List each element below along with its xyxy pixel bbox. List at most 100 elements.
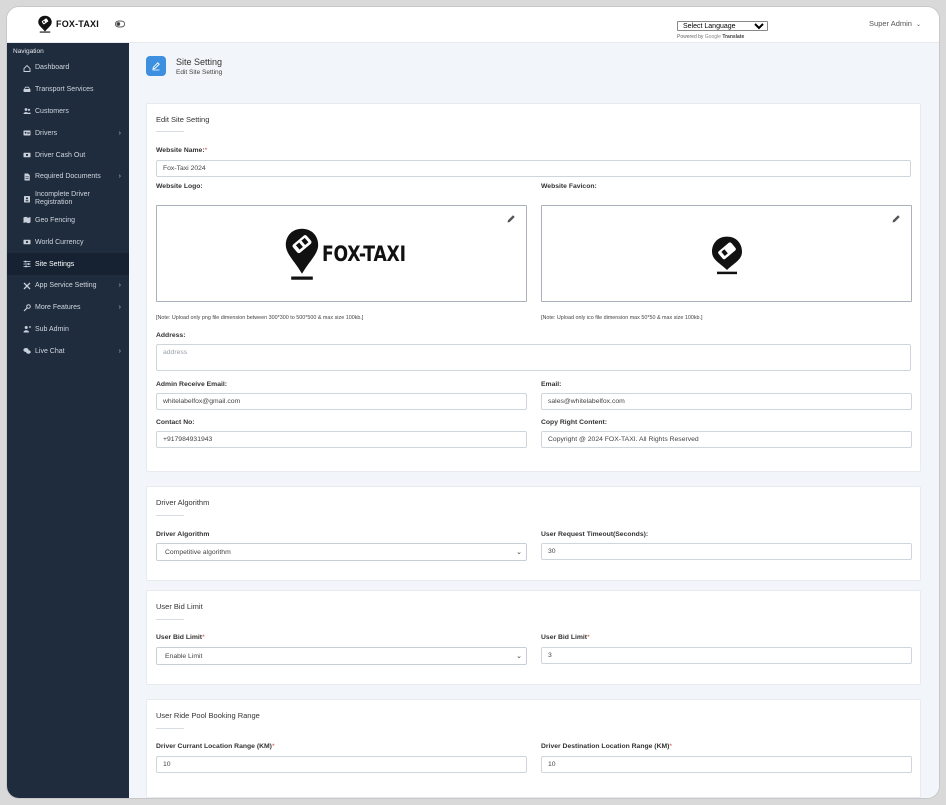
home-icon	[22, 64, 32, 72]
sidebar-item-driver-cash-out[interactable]: Driver Cash Out	[7, 144, 129, 166]
ride-pool-card: User Ride Pool Booking Range Driver Curr…	[146, 699, 921, 798]
language-widget: Select Language Powered by Google Transl…	[677, 15, 768, 40]
user-bid-limit-card: User Bid Limit User Bid Limit* User Bid …	[146, 590, 921, 685]
page-title: Site Setting	[176, 56, 223, 67]
copyright-label: Copy Right Content:	[541, 419, 608, 426]
chevron-down-icon: ⌄	[516, 653, 522, 660]
driver-algorithm-select[interactable]: Competitive algorithm ⌄	[156, 543, 527, 561]
copyright-input[interactable]: Copyright @ 2024 FOX-TAXI. All Rights Re…	[541, 431, 912, 448]
chevron-right-icon: ›	[118, 129, 121, 137]
document-icon	[22, 173, 32, 181]
sidebar-item-label: World Currency	[35, 238, 84, 246]
sidebar-item-transport-services[interactable]: Transport Services	[7, 79, 129, 101]
sidebar-item-label: Site Settings	[35, 260, 75, 268]
card-title: User Ride Pool Booking Range	[156, 711, 260, 720]
main-content: Site Setting Edit Site Setting Edit Site…	[129, 43, 939, 798]
sidebar-item-required-documents[interactable]: Required Documents ›	[7, 166, 129, 188]
user-bid-limit-value-label: User Bid Limit*	[541, 634, 590, 641]
contact-input[interactable]: +917984931943	[156, 431, 527, 448]
nav-list: Dashboard Transport Services Customers Driv…	[7, 57, 129, 362]
destination-range-label: Driver Destination Location Range (KM)*	[541, 743, 673, 750]
sidebar-item-label: Live Chat	[35, 347, 65, 355]
current-range-input[interactable]: 10	[156, 756, 527, 773]
edit-icon	[146, 56, 166, 76]
sidebar: Navigation Dashboard Transport Services Cu…	[7, 43, 129, 798]
money-icon	[22, 151, 32, 159]
sidebar-item-site-settings[interactable]: Site Settings	[7, 253, 129, 275]
chevron-right-icon: ›	[118, 173, 121, 181]
divider	[156, 619, 184, 620]
user-bid-limit-select[interactable]: Enable Limit ⌄	[156, 647, 527, 665]
language-select[interactable]: Select Language	[677, 21, 768, 31]
chevron-down-icon: ⌄	[915, 22, 921, 28]
sidebar-item-label: Drivers	[35, 129, 58, 137]
pencil-icon[interactable]	[891, 214, 901, 224]
sidebar-item-label: App Service Setting	[35, 282, 97, 290]
sidebar-item-dashboard[interactable]: Dashboard	[7, 57, 129, 79]
website-logo-box[interactable]: FOX-TAXI	[156, 205, 527, 302]
page-header: Site Setting Edit Site Setting	[146, 56, 222, 76]
sidebar-item-label: More Features	[35, 304, 81, 312]
sidebar-item-label: Incomplete Driver Registration	[35, 191, 90, 206]
email-input[interactable]: sales@whitelabelfox.com	[541, 393, 912, 410]
sidebar-toggle-icon[interactable]	[115, 20, 125, 28]
user-icon	[22, 325, 32, 333]
sidebar-item-sub-admin[interactable]: Sub Admin	[7, 319, 129, 341]
breadcrumb: Edit Site Setting	[176, 68, 223, 76]
edit-site-setting-card: Edit Site Setting Website Name:* Fox-Tax…	[146, 103, 921, 472]
website-favicon-box[interactable]	[541, 205, 912, 302]
sidebar-item-label: Transport Services	[35, 86, 94, 94]
pencil-icon[interactable]	[506, 214, 516, 224]
card-title: Driver Algorithm	[156, 498, 210, 507]
chat-icon	[22, 347, 32, 355]
sidebar-item-live-chat[interactable]: Live Chat ›	[7, 340, 129, 362]
sidebar-item-label: Required Documents	[35, 173, 101, 181]
admin-email-label: Admin Receive Email:	[156, 381, 228, 388]
sidebar-item-world-currency[interactable]: World Currency	[7, 231, 129, 253]
nav-heading: Navigation	[13, 48, 44, 55]
map-icon	[22, 216, 32, 224]
app-window: FOX-TAXI Select Language Powered by Goog…	[7, 7, 939, 798]
chevron-right-icon: ›	[118, 282, 121, 290]
sidebar-item-incomplete-driver-registration[interactable]: Incomplete Driver Registration	[7, 188, 129, 210]
brand-logo[interactable]: FOX-TAXI	[37, 15, 99, 33]
fox-taxi-pin-icon	[285, 228, 319, 280]
currency-icon	[22, 238, 32, 246]
website-name-input[interactable]: Fox-Taxi 2024	[156, 160, 911, 177]
logo-note: [Note: Upload only png file dimension be…	[156, 315, 364, 321]
user-bid-limit-select-label: User Bid Limit*	[156, 634, 205, 641]
sidebar-item-app-service-setting[interactable]: App Service Setting ›	[7, 275, 129, 297]
user-menu[interactable]: Super Admin ⌄	[869, 19, 921, 28]
timeout-label: User Request Timeout(Seconds):	[541, 531, 649, 538]
car-icon	[22, 86, 32, 94]
current-range-label: Driver Currant Location Range (KM)*	[156, 743, 275, 750]
sidebar-item-customers[interactable]: Customers	[7, 101, 129, 123]
website-logo-label: Website Logo:	[156, 183, 203, 190]
admin-email-input[interactable]: whitelabelfox@gmail.com	[156, 393, 527, 410]
user-name: Super Admin	[869, 19, 912, 28]
chevron-right-icon: ›	[118, 304, 121, 312]
favicon-note: [Note: Upload only ico file dimension ma…	[541, 315, 703, 321]
sidebar-item-geo-fencing[interactable]: Geo Fencing	[7, 210, 129, 232]
timeout-input[interactable]: 30	[541, 543, 912, 560]
id-card-icon	[22, 129, 32, 137]
sidebar-item-more-features[interactable]: More Features ›	[7, 297, 129, 319]
divider	[156, 515, 184, 516]
fox-taxi-logo-icon	[38, 15, 52, 33]
destination-range-input[interactable]: 10	[541, 756, 912, 773]
sidebar-item-drivers[interactable]: Drivers ›	[7, 122, 129, 144]
chevron-down-icon: ⌄	[516, 549, 522, 556]
sidebar-item-label: Geo Fencing	[35, 216, 76, 224]
favicon-preview-icon	[712, 236, 742, 275]
website-name-label: Website Name:*	[156, 147, 208, 154]
contact-label: Contact No:	[156, 419, 195, 426]
user-clipboard-icon	[22, 195, 32, 203]
sidebar-item-label: Driver Cash Out	[35, 151, 86, 159]
address-textarea[interactable]: address	[156, 344, 911, 371]
website-favicon-label: Website Favicon:	[541, 183, 597, 190]
email-label: Email:	[541, 381, 562, 388]
user-bid-limit-input[interactable]: 3	[541, 647, 912, 664]
brand-name: FOX-TAXI	[56, 19, 99, 29]
powered-by-google: Powered by Google Translate	[677, 34, 745, 40]
logo-wordmark: FOX-TAXI	[322, 242, 406, 266]
